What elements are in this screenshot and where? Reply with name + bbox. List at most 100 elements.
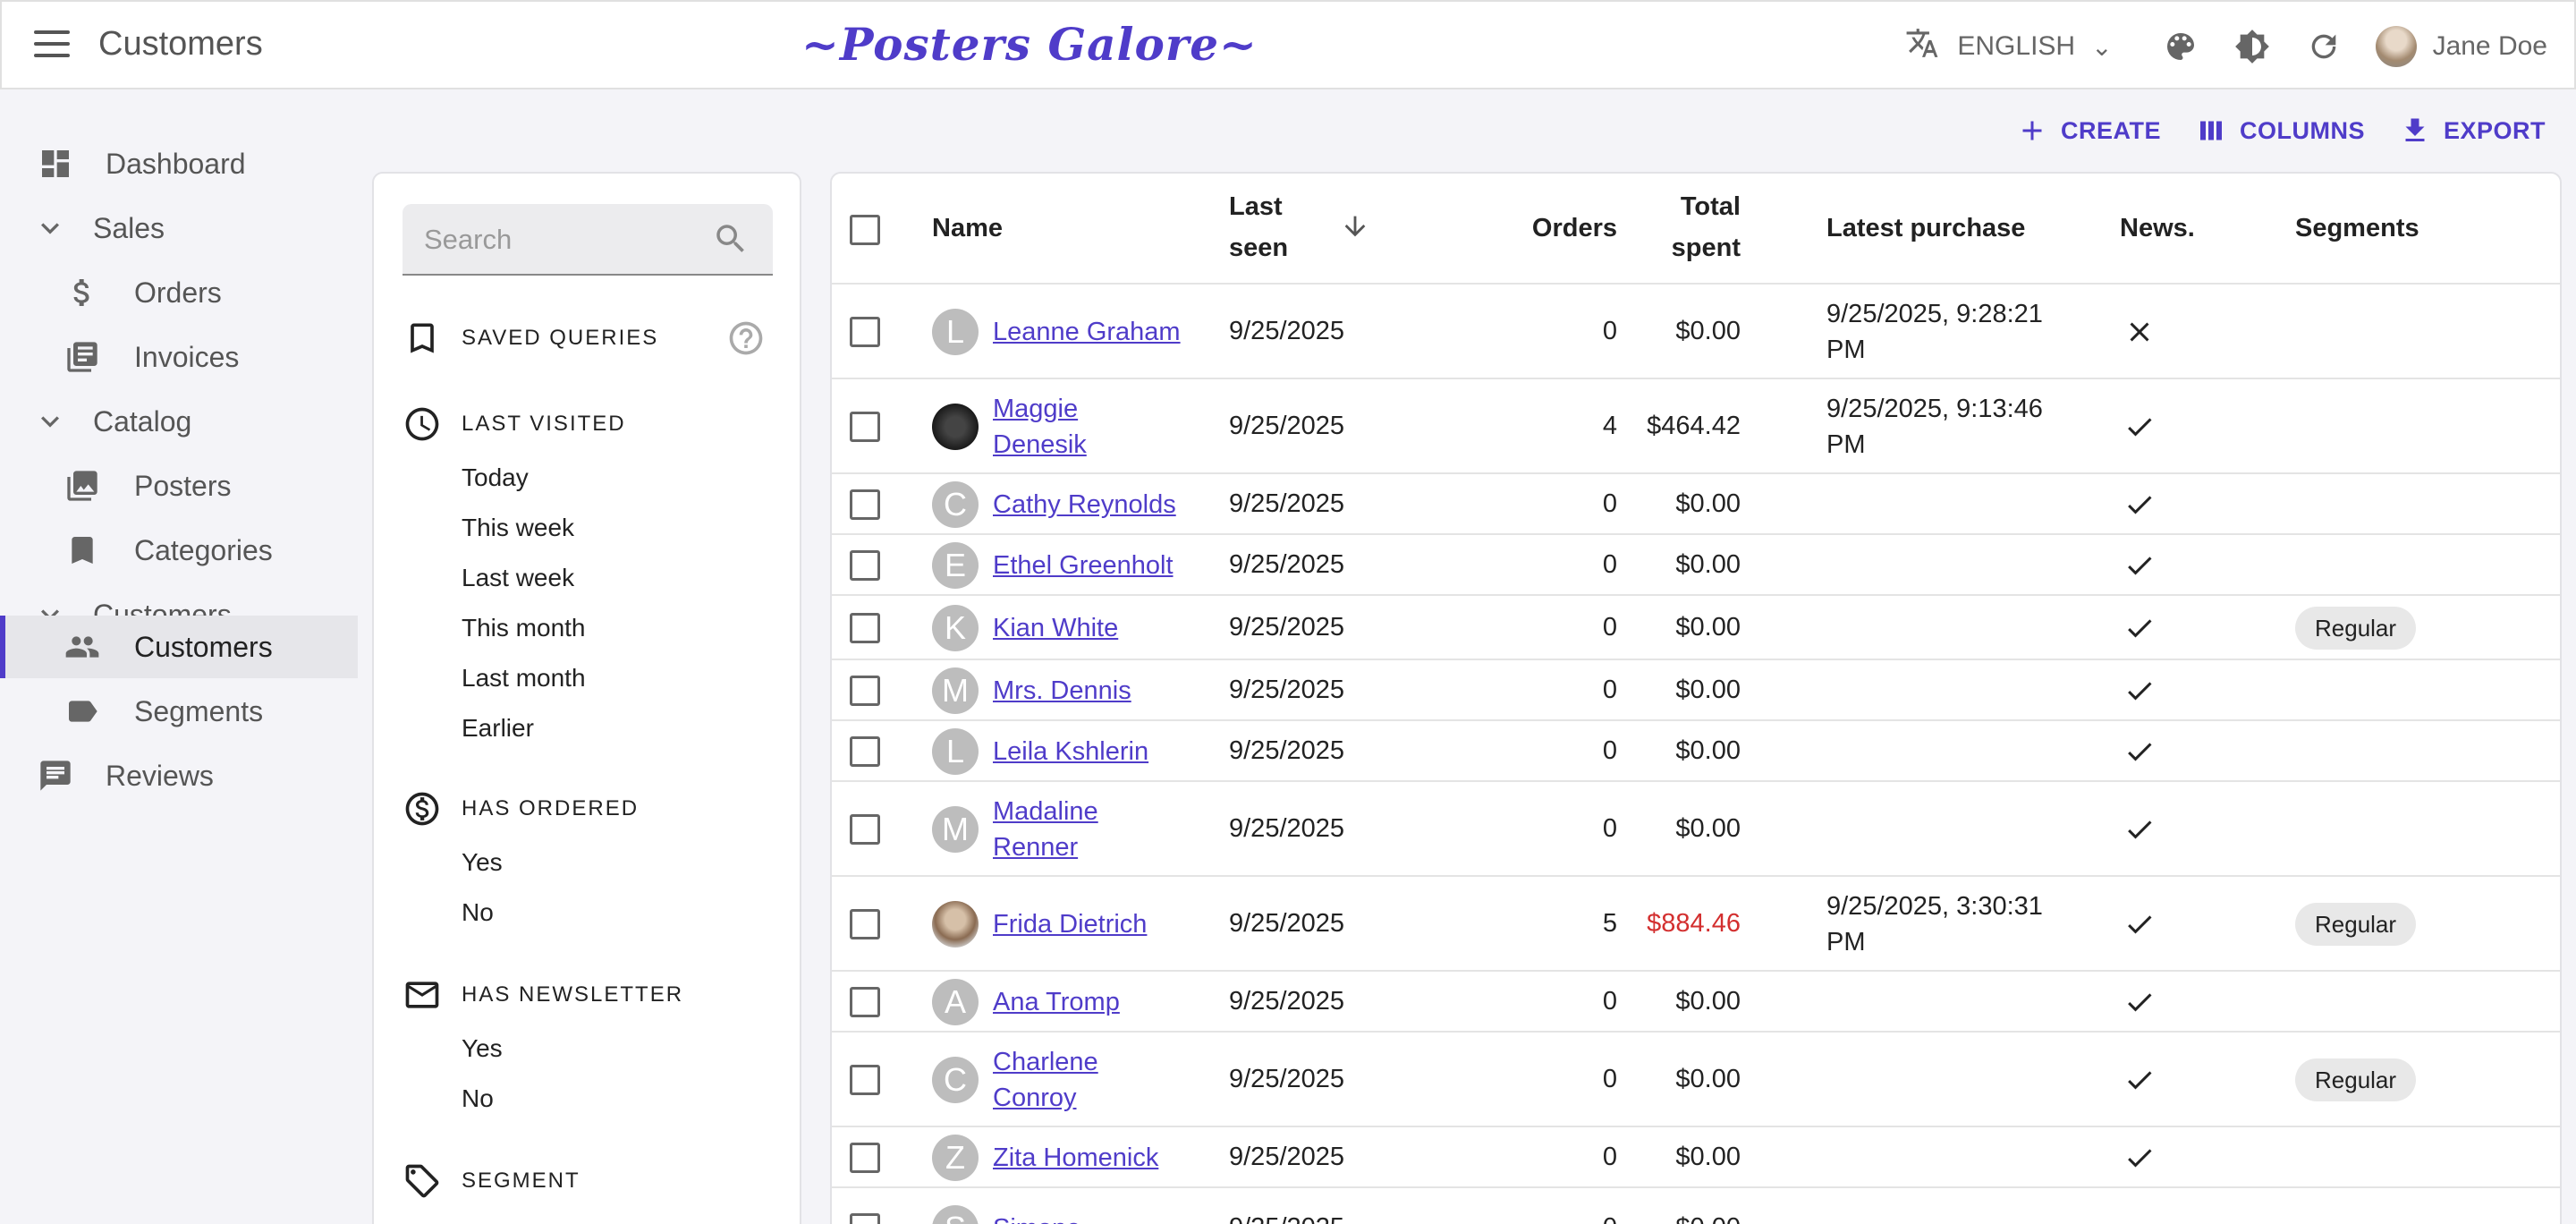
language-selector[interactable]: ENGLISH ⌄ xyxy=(1905,26,2113,68)
customer-name-link[interactable]: Maggie Denesik xyxy=(993,391,1087,463)
filter-option[interactable]: Yes xyxy=(462,1034,503,1063)
column-header-newsletter[interactable]: News. xyxy=(2120,208,2195,249)
avatar xyxy=(2375,26,2417,67)
row-divider xyxy=(832,1126,2560,1127)
filter-option[interactable]: Earlier xyxy=(462,714,534,743)
row-checkbox[interactable] xyxy=(850,489,880,520)
theme-toggle-icon[interactable] xyxy=(2233,27,2272,66)
latest-purchase-ampm: PM xyxy=(1826,928,1866,956)
avatar-initial: L xyxy=(945,313,965,350)
columns-icon xyxy=(2199,121,2222,140)
select-all-checkbox[interactable] xyxy=(850,215,880,245)
column-header-last-seen-line2[interactable]: seen xyxy=(1229,227,1288,268)
row-checkbox[interactable] xyxy=(850,909,880,939)
last-seen-cell: 9/25/2025 xyxy=(1229,1143,1345,1171)
refresh-icon[interactable] xyxy=(2304,27,2343,66)
row-checkbox[interactable] xyxy=(850,676,880,706)
search-placeholder: Search xyxy=(424,224,513,255)
sidebar-item-categories[interactable]: Categories xyxy=(0,519,358,582)
sort-descending-icon[interactable] xyxy=(1340,211,1370,242)
customer-name-link[interactable]: Frida Dietrich xyxy=(993,906,1147,942)
avatar-initial: L xyxy=(945,733,965,769)
sidebar-item-orders[interactable]: Orders xyxy=(0,261,358,324)
sidebar-item-invoices[interactable]: Invoices xyxy=(0,326,358,388)
create-label: CREATE xyxy=(2060,116,2161,144)
customer-name-link[interactable]: Simone xyxy=(993,1211,1080,1224)
row-checkbox[interactable] xyxy=(850,317,880,347)
customer-name-link[interactable]: Mrs. Dennis xyxy=(993,673,1131,709)
row-checkbox[interactable] xyxy=(850,1213,880,1224)
filter-option[interactable]: Today xyxy=(462,463,529,492)
orders-cell: 0 xyxy=(1458,1213,1617,1224)
customer-name-link[interactable]: Leila Kshlerin xyxy=(993,734,1148,769)
column-header-latest-purchase[interactable]: Latest purchase xyxy=(1826,208,2025,249)
sidebar-item-dashboard[interactable]: Dashboard xyxy=(0,132,358,195)
customer-name-link[interactable]: Ana Tromp xyxy=(993,984,1120,1020)
customer-name-link[interactable]: Zita Homenick xyxy=(993,1140,1158,1176)
orders-cell: 0 xyxy=(1602,814,1617,843)
customer-name-link[interactable]: Kian White xyxy=(993,610,1118,646)
orders-cell: 0 xyxy=(1602,317,1617,345)
column-header-total-spent-line2[interactable]: spent xyxy=(1637,227,1741,268)
last-visited-section: LAST VISITED xyxy=(402,404,626,444)
segment-chip[interactable]: Regular xyxy=(2295,903,2417,946)
search-input[interactable]: Search xyxy=(402,204,773,276)
help-icon[interactable] xyxy=(726,319,766,358)
sidebar-item-posters[interactable]: Posters xyxy=(0,455,358,517)
user-menu[interactable]: Jane Doe xyxy=(2375,26,2547,67)
section-title: LAST VISITED xyxy=(462,412,626,436)
customer-name-line2: Conroy xyxy=(993,1084,1077,1112)
sidebar-item-label: Sales xyxy=(93,211,165,244)
row-checkbox[interactable] xyxy=(850,1065,880,1095)
row-checkbox[interactable] xyxy=(850,1143,880,1173)
filter-option[interactable]: Last month xyxy=(462,664,586,693)
column-header-orders[interactable]: Orders xyxy=(1458,208,1617,249)
filter-option[interactable]: This month xyxy=(462,614,586,642)
filter-option[interactable]: This week xyxy=(462,514,574,542)
customer-name-link[interactable]: Cathy Reynolds xyxy=(993,487,1176,523)
column-header-last-seen[interactable]: Last xyxy=(1229,186,1283,227)
customer-name-link[interactable]: Leanne Graham xyxy=(993,314,1181,350)
filter-option[interactable]: No xyxy=(462,1084,494,1113)
avatar-initial: K xyxy=(944,609,966,646)
sidebar-item-segments[interactable]: Segments xyxy=(0,680,358,743)
row-checkbox[interactable] xyxy=(850,736,880,767)
sidebar-item-customers[interactable]: Customers xyxy=(0,616,358,678)
customer-name-link[interactable]: Madaline Renner xyxy=(993,794,1098,865)
chevron-down-icon: ⌄ xyxy=(2091,32,2113,61)
last-seen-cell: 9/25/2025 xyxy=(1229,550,1345,579)
segment-chip[interactable]: Regular xyxy=(2295,607,2417,650)
sidebar-group-catalog[interactable]: Catalog xyxy=(0,390,358,453)
row-divider xyxy=(832,1031,2560,1033)
total-spent-cell: $884.46 xyxy=(1647,909,1741,938)
filter-option[interactable]: No xyxy=(462,898,494,927)
column-header-name[interactable]: Name xyxy=(932,208,1003,249)
segment-chip[interactable]: Regular xyxy=(2295,1058,2417,1101)
menu-icon[interactable] xyxy=(34,30,70,61)
orders-cell: 0 xyxy=(1602,987,1617,1016)
sidebar-item-label: Orders xyxy=(134,276,222,309)
customer-name-link[interactable]: Ethel Greenholt xyxy=(993,548,1174,583)
download-icon xyxy=(2405,118,2425,141)
last-seen-cell: 9/25/2025 xyxy=(1229,676,1345,704)
sidebar-item-label: Posters xyxy=(134,469,232,502)
filter-option[interactable]: Yes xyxy=(462,848,503,877)
row-checkbox[interactable] xyxy=(850,412,880,442)
create-button[interactable]: CREATE xyxy=(2016,115,2161,147)
row-checkbox[interactable] xyxy=(850,987,880,1017)
money-circle-icon xyxy=(405,792,439,826)
avatar: E xyxy=(932,542,979,589)
row-checkbox[interactable] xyxy=(850,814,880,845)
columns-button[interactable]: COLUMNS xyxy=(2195,115,2365,147)
sidebar-item-reviews[interactable]: Reviews xyxy=(0,744,358,807)
palette-icon[interactable] xyxy=(2161,27,2200,66)
close-icon xyxy=(2123,316,2156,348)
export-button[interactable]: EXPORT xyxy=(2399,115,2546,147)
sidebar-group-sales[interactable]: Sales xyxy=(0,197,358,259)
row-checkbox[interactable] xyxy=(850,613,880,643)
filter-option[interactable]: Last week xyxy=(462,564,574,592)
customer-name-link[interactable]: Charlene Conroy xyxy=(993,1044,1098,1116)
row-checkbox[interactable] xyxy=(850,550,880,581)
chevron-down-icon xyxy=(30,208,70,248)
column-header-total-spent[interactable]: Total xyxy=(1637,186,1741,227)
